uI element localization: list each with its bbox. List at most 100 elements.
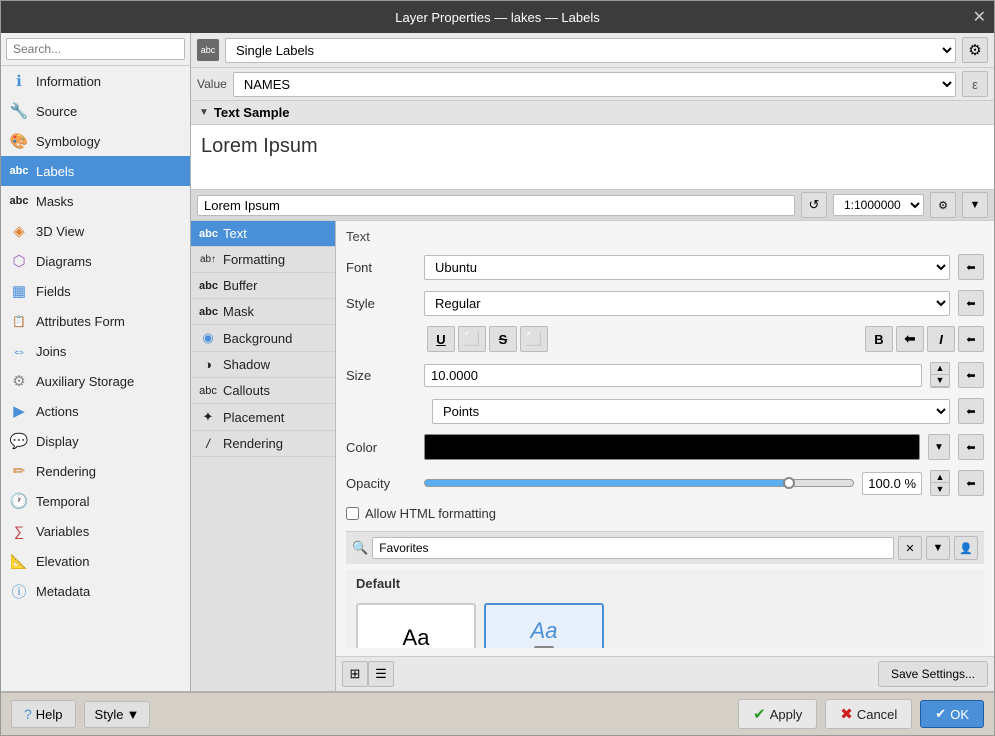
- sidebar-item-information[interactable]: ℹ Information: [1, 66, 190, 96]
- opacity-down-button[interactable]: ▼: [931, 483, 949, 495]
- sidebar-item-metadata[interactable]: ⓘ Metadata: [1, 576, 190, 606]
- favorites-search-input[interactable]: [372, 537, 894, 559]
- color-dropdown-button[interactable]: ▼: [928, 434, 950, 460]
- size-unit-copy-button[interactable]: ⬅: [958, 398, 984, 424]
- scale-settings-button[interactable]: ⚙: [930, 192, 956, 218]
- grid-view-button[interactable]: ⊞: [342, 661, 368, 687]
- size-down-button[interactable]: ▼: [931, 375, 949, 387]
- style-copy-button[interactable]: ⬅: [958, 290, 984, 316]
- opacity-input[interactable]: [862, 472, 922, 495]
- labels-options-button[interactable]: ⚙: [962, 37, 988, 63]
- fields-icon: ▦: [9, 281, 29, 301]
- opacity-slider-thumb[interactable]: [783, 477, 795, 489]
- font-select[interactable]: Ubuntu: [424, 255, 950, 280]
- scale-reset-button[interactable]: ↺: [801, 192, 827, 218]
- submenu-item-placement[interactable]: ✦ Placement: [191, 404, 335, 431]
- size-input[interactable]: [424, 364, 922, 387]
- color-copy-button[interactable]: ⬅: [958, 434, 984, 460]
- scale-extra-button[interactable]: ▼: [962, 192, 988, 218]
- favorites-add-button[interactable]: 👤: [954, 536, 978, 560]
- style-button[interactable]: Style ▼: [84, 701, 151, 728]
- style-label: Style: [346, 296, 416, 311]
- font-card-regular[interactable]: Aa: [356, 603, 476, 648]
- size-copy-button[interactable]: ⬅: [958, 362, 984, 388]
- rendering-submenu-icon: /: [199, 436, 217, 451]
- submenu-item-callouts[interactable]: abc Callouts: [191, 378, 335, 404]
- sidebar-item-labels[interactable]: abc Labels: [1, 156, 190, 186]
- right-panel: abc Single Labels ⚙ Value NAMES ε ▼ Text…: [191, 33, 994, 691]
- strikethrough-button[interactable]: S: [489, 326, 517, 352]
- underline-button[interactable]: U: [427, 326, 455, 352]
- sidebar-label-information: Information: [36, 74, 101, 89]
- submenu-item-text[interactable]: abc Text: [191, 221, 335, 247]
- sidebar-item-auxiliarystorage[interactable]: ⚙ Auxiliary Storage: [1, 366, 190, 396]
- value-epsilon-button[interactable]: ε: [962, 71, 988, 97]
- sidebar-item-3dview[interactable]: ◈ 3D View: [1, 216, 190, 246]
- sidebar-item-variables[interactable]: ∑ Variables: [1, 516, 190, 546]
- close-button[interactable]: ✕: [973, 7, 986, 27]
- format-extra-btn[interactable]: ⬅: [958, 326, 984, 352]
- value-field-select[interactable]: NAMES: [233, 72, 956, 97]
- cancel-button[interactable]: ✖ Cancel: [825, 699, 912, 729]
- sidebar-item-actions[interactable]: ▶ Actions: [1, 396, 190, 426]
- submenu-item-background[interactable]: ◉ Background: [191, 325, 335, 352]
- sidebar-item-temporal[interactable]: 🕐 Temporal: [1, 486, 190, 516]
- ok-button[interactable]: ✔ OK: [920, 700, 984, 728]
- list-view-button[interactable]: ☰: [368, 661, 394, 687]
- sidebar-item-source[interactable]: 🔧 Source: [1, 96, 190, 126]
- sidebar-item-masks[interactable]: abc Masks: [1, 186, 190, 216]
- sidebar-label-rendering: Rendering: [36, 464, 96, 479]
- format-copy-btn[interactable]: ⬅: [896, 326, 924, 352]
- size-up-button[interactable]: ▲: [931, 363, 949, 375]
- text-sample-header[interactable]: ▼ Text Sample: [191, 101, 994, 125]
- sidebar-item-attributesform[interactable]: 📋 Attributes Form: [1, 306, 190, 336]
- scale-text-input[interactable]: [197, 195, 795, 216]
- opacity-slider-track[interactable]: [424, 479, 854, 487]
- save-settings-button[interactable]: Save Settings...: [878, 661, 988, 687]
- style-select[interactable]: Regular Bold Italic Bold Italic: [424, 291, 950, 316]
- submenu-item-buffer[interactable]: abc Buffer: [191, 273, 335, 299]
- cancel-x-icon: ✖: [840, 705, 853, 723]
- format-italic-btn[interactable]: I: [927, 326, 955, 352]
- submenu-item-rendering[interactable]: / Rendering: [191, 431, 335, 457]
- font-card-italic[interactable]: Aa abc: [484, 603, 604, 648]
- submenu-item-mask[interactable]: abc Mask: [191, 299, 335, 325]
- sidebar-item-fields[interactable]: ▦ Fields: [1, 276, 190, 306]
- font-copy-button[interactable]: ⬅: [958, 254, 984, 280]
- sidebar-item-rendering[interactable]: ✏ Rendering: [1, 456, 190, 486]
- color-swatch[interactable]: [424, 434, 920, 460]
- submenu-item-shadow[interactable]: ◑ Shadow: [191, 352, 335, 378]
- favorites-clear-button[interactable]: ✕: [898, 536, 922, 560]
- sidebar-item-display[interactable]: 💬 Display: [1, 426, 190, 456]
- sidebar-search-input[interactable]: [6, 38, 185, 60]
- sidebar-label-fields: Fields: [36, 284, 71, 299]
- submenu-label-placement: Placement: [223, 410, 284, 425]
- submenu-label-mask: Mask: [223, 304, 254, 319]
- strikeout-btn1[interactable]: ⬜: [458, 326, 486, 352]
- sidebar-item-diagrams[interactable]: ⬡ Diagrams: [1, 246, 190, 276]
- color-row: Color ▼ ⬅: [346, 434, 984, 460]
- single-labels-select[interactable]: Single Labels: [225, 38, 956, 63]
- apply-button[interactable]: ✔ Apply: [738, 699, 817, 729]
- scale-select[interactable]: 1:1000000: [833, 194, 924, 216]
- apply-label: Apply: [770, 707, 803, 722]
- value-row: Value NAMES ε: [191, 68, 994, 101]
- sidebar-label-labels: Labels: [36, 164, 74, 179]
- sidebar-item-joins[interactable]: ⇔ Joins: [1, 336, 190, 366]
- size-unit-select[interactable]: Points Pixels Millimeters: [432, 399, 950, 424]
- auxiliarystorage-icon: ⚙: [9, 371, 29, 391]
- favorites-dropdown-button[interactable]: ▼: [926, 536, 950, 560]
- style-dropdown-icon: ▼: [126, 707, 139, 722]
- opacity-copy-button[interactable]: ⬅: [958, 470, 984, 496]
- help-label: Help: [36, 707, 63, 722]
- ok-label: OK: [950, 707, 969, 722]
- sidebar-label-joins: Joins: [36, 344, 66, 359]
- sidebar-item-elevation[interactable]: 📐 Elevation: [1, 546, 190, 576]
- submenu-item-formatting[interactable]: ab↑ Formatting: [191, 247, 335, 273]
- opacity-up-button[interactable]: ▲: [931, 471, 949, 483]
- bold-button[interactable]: B: [865, 326, 893, 352]
- help-button[interactable]: ? Help: [11, 700, 76, 728]
- sidebar-item-symbology[interactable]: 🎨 Symbology: [1, 126, 190, 156]
- format-btn4[interactable]: ⬜: [520, 326, 548, 352]
- html-format-checkbox[interactable]: [346, 507, 359, 520]
